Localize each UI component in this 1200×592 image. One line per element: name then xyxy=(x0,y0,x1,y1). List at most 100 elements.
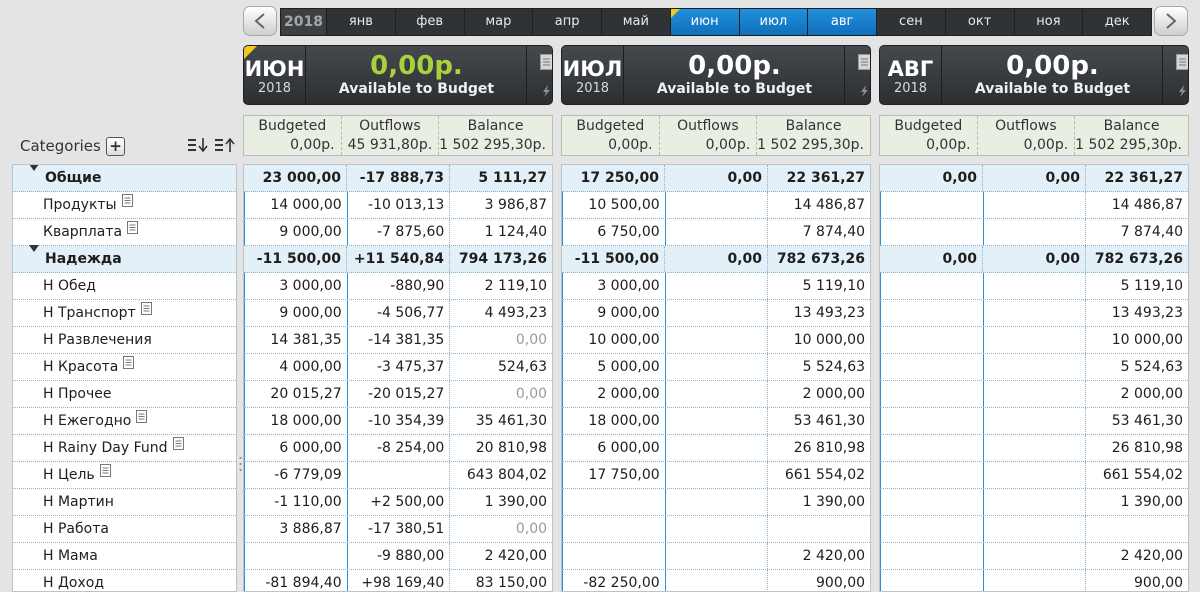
budgeted-cell[interactable]: -11 500,00 xyxy=(244,246,347,272)
balance-cell: 7 874,40 xyxy=(802,224,866,240)
note-icon[interactable] xyxy=(140,298,152,324)
budgeted-cell[interactable] xyxy=(880,543,984,569)
budgeted-cell[interactable]: 6 000,00 xyxy=(562,435,666,461)
table-row: 23 000,00 -17 888,73 5 111,27 xyxy=(244,165,552,192)
month-tab[interactable]: дек xyxy=(1083,9,1151,35)
month-tab[interactable]: сен xyxy=(877,9,946,35)
category-row[interactable]: Кварплата xyxy=(13,219,236,246)
budgeted-cell[interactable] xyxy=(880,516,984,542)
note-icon[interactable] xyxy=(136,406,148,432)
budgeted-cell[interactable]: 2 000,00 xyxy=(562,381,666,407)
budgeted-cell[interactable] xyxy=(880,219,984,245)
budgeted-cell[interactable] xyxy=(880,489,984,515)
month-tab[interactable]: ноя xyxy=(1015,9,1084,35)
category-row[interactable]: Н Работа xyxy=(13,516,236,543)
budgeted-cell[interactable] xyxy=(880,300,984,326)
budgeted-cell[interactable]: -6 779,09 xyxy=(244,462,348,488)
budgeted-cell[interactable]: 23 000,00 xyxy=(244,165,347,191)
add-category-button[interactable]: + xyxy=(106,137,125,156)
budgeted-cell[interactable] xyxy=(880,408,984,434)
budgeted-cell[interactable]: 10 000,00 xyxy=(562,327,666,353)
category-row[interactable]: Н Обед xyxy=(13,273,236,300)
category-row[interactable]: Н Ежегодно xyxy=(13,408,236,435)
category-group-row[interactable]: Общие xyxy=(13,165,236,192)
balance-cell: 53 461,30 xyxy=(1111,413,1184,429)
budgeted-cell[interactable]: 20 015,27 xyxy=(244,381,348,407)
budgeted-cell[interactable]: 3 886,87 xyxy=(244,516,348,542)
budgeted-cell[interactable]: 18 000,00 xyxy=(244,408,348,434)
budgeted-cell[interactable]: -1 110,00 xyxy=(244,489,348,515)
budgeted-cell[interactable]: 6 000,00 xyxy=(244,435,348,461)
category-row[interactable]: Н Доход xyxy=(13,570,236,591)
outflows-cell: -9 880,00 xyxy=(348,543,451,569)
year-label[interactable]: 2018 xyxy=(281,9,327,35)
category-group-row[interactable]: Надежда xyxy=(13,245,236,273)
budgeted-cell[interactable] xyxy=(562,543,666,569)
budgeted-cell[interactable] xyxy=(880,462,984,488)
category-row[interactable]: Н Мартин xyxy=(13,489,236,516)
budgeted-cell[interactable]: 9 000,00 xyxy=(244,219,348,245)
budgeted-cell[interactable]: 0,00 xyxy=(880,246,983,272)
month-tab[interactable]: окт xyxy=(946,9,1015,35)
category-row[interactable]: Н Rainy Day Fund xyxy=(13,435,236,462)
note-icon[interactable] xyxy=(172,433,184,459)
budgeted-cell[interactable]: 6 750,00 xyxy=(562,219,666,245)
category-row[interactable]: Н Прочее xyxy=(13,381,236,408)
budgeted-cell[interactable]: 14 381,35 xyxy=(244,327,348,353)
outflows-cell xyxy=(984,354,1087,380)
budgeted-cell[interactable]: 9 000,00 xyxy=(562,300,666,326)
budgeted-cell[interactable]: 3 000,00 xyxy=(244,273,348,299)
budgeted-cell[interactable]: 3 000,00 xyxy=(562,273,666,299)
budgeted-cell[interactable] xyxy=(244,543,348,569)
note-icon[interactable] xyxy=(123,352,135,378)
budgeted-cell[interactable]: 4 000,00 xyxy=(244,354,348,380)
note-icon[interactable] xyxy=(127,217,139,243)
budgeted-cell[interactable] xyxy=(880,381,984,407)
category-row[interactable]: Н Цель xyxy=(13,462,236,489)
budgeted-cell[interactable]: -11 500,00 xyxy=(562,246,665,272)
month-tab[interactable]: мар xyxy=(465,9,534,35)
outflows-cell: +11 540,84 xyxy=(347,246,450,272)
month-tab[interactable]: авг xyxy=(808,9,877,35)
budgeted-cell[interactable]: 9 000,00 xyxy=(244,300,348,326)
month-tab[interactable]: апр xyxy=(533,9,602,35)
note-icon[interactable] xyxy=(99,460,111,486)
budgeted-cell[interactable] xyxy=(880,327,984,353)
budgeted-cell[interactable]: 17 250,00 xyxy=(562,165,665,191)
prev-month-button[interactable] xyxy=(243,6,277,36)
collapse-all-icon[interactable] xyxy=(187,136,209,154)
month-budget-table: 0,00 0,00 22 361,27 14 486,87 7 874,40 0,00 0,… xyxy=(879,164,1189,592)
expand-all-icon[interactable] xyxy=(214,136,236,154)
budgeted-cell[interactable] xyxy=(880,354,984,380)
resize-handle[interactable] xyxy=(239,456,242,472)
collapse-triangle-icon[interactable] xyxy=(29,245,39,252)
next-month-button[interactable] xyxy=(1154,6,1188,36)
month-tab[interactable]: фев xyxy=(396,9,465,35)
month-tab[interactable]: янв xyxy=(327,9,396,35)
budgeted-cell[interactable] xyxy=(880,570,984,591)
budgeted-cell[interactable]: 0,00 xyxy=(880,165,983,191)
budgeted-cell[interactable]: 18 000,00 xyxy=(562,408,666,434)
budgeted-cell[interactable] xyxy=(562,516,666,542)
budgeted-cell[interactable] xyxy=(562,489,666,515)
budgeted-cell[interactable] xyxy=(880,435,984,461)
budgeted-cell[interactable] xyxy=(880,192,984,218)
category-row[interactable]: Н Красота xyxy=(13,354,236,381)
budgeted-cell[interactable]: -82 250,00 xyxy=(562,570,666,591)
category-row[interactable]: Н Мама xyxy=(13,543,236,570)
collapse-triangle-icon[interactable] xyxy=(29,165,39,171)
month-tab[interactable]: июн xyxy=(670,9,740,35)
budgeted-cell[interactable]: 5 000,00 xyxy=(562,354,666,380)
budgeted-cell[interactable]: 10 500,00 xyxy=(562,192,666,218)
budgeted-cell[interactable]: 17 750,00 xyxy=(562,462,666,488)
budgeted-cell[interactable]: 14 000,00 xyxy=(244,192,348,218)
category-label: Продукты xyxy=(43,197,117,213)
month-tab[interactable]: июл xyxy=(739,9,809,35)
budgeted-cell[interactable]: -81 894,40 xyxy=(244,570,348,591)
category-row[interactable]: Н Транспорт xyxy=(13,300,236,327)
note-icon[interactable] xyxy=(121,190,133,216)
month-tab[interactable]: май xyxy=(602,9,671,35)
budgeted-cell[interactable] xyxy=(880,273,984,299)
category-row[interactable]: Продукты xyxy=(13,192,236,219)
category-row[interactable]: Н Развлечения xyxy=(13,327,236,354)
